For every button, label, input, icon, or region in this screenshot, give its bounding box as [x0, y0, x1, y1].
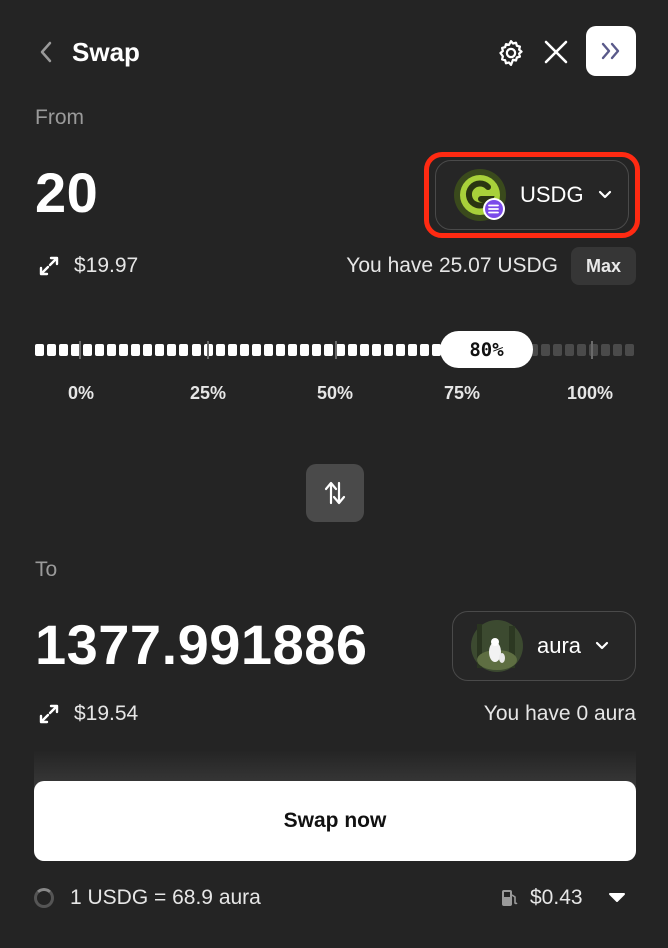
slider-segment — [600, 344, 610, 356]
slider-segment — [215, 344, 225, 356]
slider-segment — [167, 344, 177, 356]
slider-segment — [336, 344, 345, 356]
from-amount-input[interactable]: 20 — [35, 158, 98, 228]
caret-down-icon[interactable] — [608, 892, 626, 904]
slider-segment — [540, 344, 550, 356]
spinner-icon — [34, 888, 54, 908]
chevron-down-icon — [595, 641, 609, 651]
slider-segment — [179, 344, 189, 356]
slider-segment — [83, 344, 93, 356]
chevron-left-icon — [40, 41, 52, 63]
to-balance: You have 0 aura — [483, 702, 636, 725]
slider-segment — [420, 344, 430, 356]
slider-segment — [119, 344, 129, 356]
slider-segment — [227, 344, 237, 356]
swap-now-button[interactable]: Swap now — [34, 781, 636, 861]
swap-arrows-icon — [39, 256, 59, 276]
chevron-down-icon — [598, 190, 612, 200]
slider-segment — [384, 344, 394, 356]
slider-segment — [95, 344, 105, 356]
from-usd-row: $19.97 — [38, 254, 138, 278]
exchange-rate-text: 1 USDG = 68.9 aura — [70, 886, 261, 909]
slider-segment — [287, 344, 297, 356]
fuel-icon — [502, 890, 518, 906]
gas-fee-value: $0.43 — [530, 886, 583, 909]
tick-label-50[interactable]: 50% — [317, 383, 353, 404]
page-title: Swap — [72, 37, 140, 67]
to-token-name: aura — [537, 633, 582, 658]
slider-segment — [408, 344, 418, 356]
gas-fee[interactable]: $0.43 — [500, 886, 583, 910]
slider-segment — [263, 344, 273, 356]
flip-tokens-button[interactable] — [306, 464, 364, 522]
slider-segment — [311, 344, 321, 356]
slider-segment — [59, 344, 69, 356]
slider-segment — [131, 344, 141, 356]
slider-segment — [323, 344, 333, 356]
double-chevron-right-icon — [601, 42, 620, 60]
from-usd-value: $19.97 — [74, 254, 139, 277]
from-token-selector[interactable]: USDG — [435, 160, 629, 230]
slider-segment — [275, 344, 285, 356]
expand-button[interactable] — [586, 26, 636, 76]
slider-segment — [155, 344, 165, 356]
slider-tick — [79, 341, 81, 359]
slider-segment — [348, 344, 358, 356]
slider-segment — [360, 344, 370, 356]
slider-segment — [299, 344, 309, 356]
slider-segment — [564, 344, 574, 356]
tick-label-25[interactable]: 25% — [190, 383, 226, 404]
percentage-slider[interactable]: 80% — [34, 330, 636, 370]
to-label: To — [35, 558, 58, 581]
to-usd-value: $19.54 — [74, 702, 139, 725]
slider-segment — [35, 344, 44, 356]
gear-icon — [499, 40, 523, 66]
slider-segment — [143, 344, 153, 356]
close-button[interactable] — [540, 36, 572, 68]
slider-segment — [239, 344, 249, 356]
usdg-token-icon — [454, 169, 506, 221]
max-button[interactable]: Max — [571, 247, 636, 285]
tick-label-75[interactable]: 75% — [444, 383, 480, 404]
slider-segment — [396, 344, 406, 356]
to-amount: 1377.991886 — [35, 613, 368, 676]
slider-segment — [612, 344, 622, 356]
swap-arrows-icon — [39, 704, 59, 724]
slider-tick — [591, 341, 593, 359]
to-token-selector[interactable]: aura — [452, 611, 636, 681]
aura-token-icon — [471, 620, 523, 672]
slider-segment — [624, 344, 634, 356]
slider-thumb[interactable]: 80% — [440, 331, 533, 368]
exchange-rate: 1 USDG = 68.9 aura — [34, 886, 261, 910]
slider-segment — [47, 344, 57, 356]
from-label: From — [35, 106, 84, 129]
slider-tick — [207, 341, 209, 359]
to-usd-row: $19.54 — [38, 702, 138, 726]
slider-segment — [372, 344, 382, 356]
from-balance: You have 25.07 USDG — [346, 254, 558, 277]
flip-vertical-icon — [324, 481, 346, 505]
header: Swap — [0, 0, 668, 104]
slider-tick — [335, 341, 337, 359]
tick-label-100[interactable]: 100% — [567, 383, 613, 404]
tick-label-0[interactable]: 0% — [68, 383, 94, 404]
slider-segment — [191, 344, 201, 356]
from-token-name: USDG — [520, 182, 584, 207]
close-icon — [544, 40, 568, 64]
footer: 1 USDG = 68.9 aura $0.43 — [0, 878, 668, 920]
slider-segment — [552, 344, 562, 356]
slider-segment — [251, 344, 261, 356]
slider-segment — [107, 344, 117, 356]
settings-button[interactable] — [494, 36, 528, 70]
back-button[interactable] — [34, 36, 58, 68]
slider-segment — [576, 344, 586, 356]
